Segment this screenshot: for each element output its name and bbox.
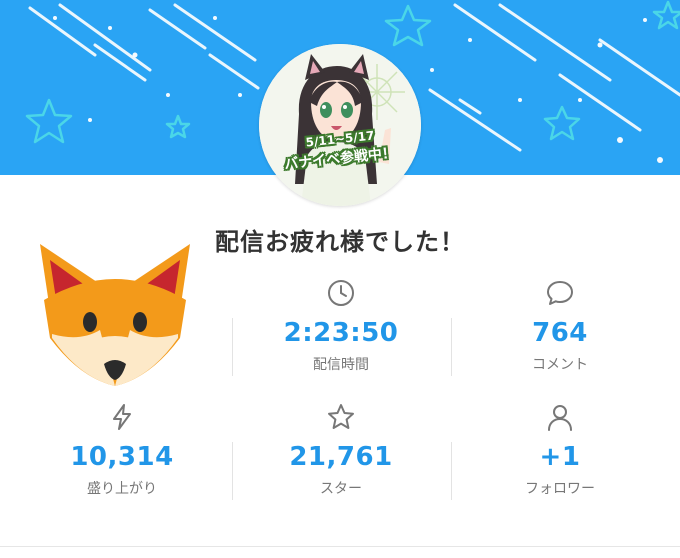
divider (451, 318, 452, 376)
divider (232, 442, 233, 500)
stat-duration-label: 配信時間 (313, 357, 369, 373)
stat-comments-value: 764 (532, 318, 588, 348)
fox-emoji-icon (40, 244, 190, 386)
stat-excitement: 10,314 盛り上がり (22, 402, 222, 498)
divider (451, 442, 452, 500)
stat-duration: 2:23:50 配信時間 (241, 278, 441, 374)
stat-stars-value: 21,761 (289, 442, 393, 472)
stat-stars-label: スター (320, 481, 362, 497)
streamer-avatar[interactable]: 5/11~5/17 バナイベ参戦中！ (259, 44, 421, 206)
stat-followers-label: フォロワー (525, 481, 595, 497)
star-icon (328, 404, 354, 429)
bottom-divider (0, 546, 680, 547)
user-icon (548, 405, 572, 431)
lightning-icon (113, 404, 131, 430)
stat-comments: 764 コメント (460, 278, 660, 374)
stat-followers: +1 フォロワー (460, 402, 660, 498)
stat-stars: 21,761 スター (241, 402, 441, 498)
clock-icon (328, 280, 354, 306)
stat-followers-value: +1 (539, 442, 581, 472)
stat-excitement-label: 盛り上がり (87, 481, 157, 497)
stat-duration-value: 2:23:50 (283, 318, 399, 348)
stat-comments-label: コメント (532, 357, 588, 373)
comment-icon (547, 281, 573, 305)
stat-excitement-value: 10,314 (70, 442, 174, 472)
divider (232, 318, 233, 376)
